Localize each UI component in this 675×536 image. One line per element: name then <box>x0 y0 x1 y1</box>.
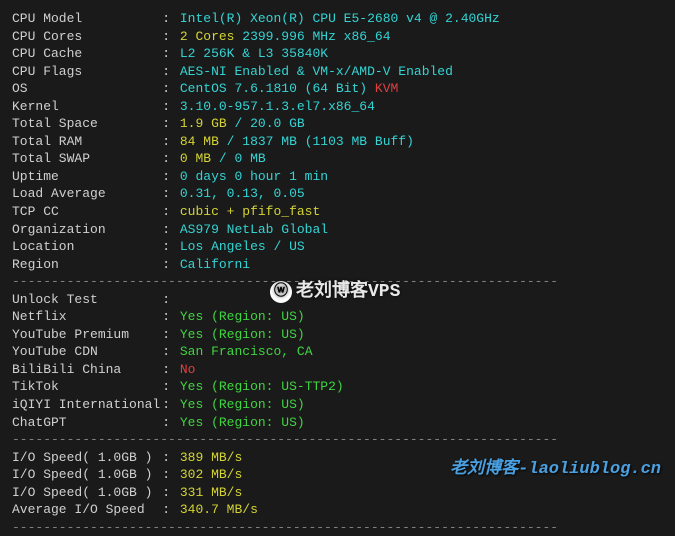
value-kernel: 3.10.0-957.1.3.el7.x86_64 <box>180 98 375 116</box>
row-cpu-cores: CPU Cores : 2 Cores 2399.996 MHz x86_64 <box>12 28 663 46</box>
value-io-1: 389 MB/s <box>180 449 242 467</box>
label-cpu-model: CPU Model <box>12 10 82 28</box>
row-io-3: I/O Speed( 1.0GB ) : 331 MB/s <box>12 484 663 502</box>
row-netflix: Netflix : Yes (Region: US) <box>12 308 663 326</box>
value-chatgpt-detail: (Region: US) <box>211 414 305 432</box>
value-tcp-cc: cubic + pfifo_fast <box>180 203 320 221</box>
value-swap-total: / 0 MB <box>211 150 266 168</box>
watermark-url: 老刘博客-laoliublog.cn <box>450 459 661 482</box>
value-os: CentOS 7.6.1810 (64 Bit) <box>180 80 367 98</box>
value-io-2: 302 MB/s <box>180 466 242 484</box>
row-tcp-cc: TCP CC : cubic + pfifo_fast <box>12 203 663 221</box>
row-total-ram: Total RAM : 84 MB / 1837 MB (1103 MB Buf… <box>12 133 663 151</box>
divider-line: ----------------------------------------… <box>12 519 663 536</box>
weibo-icon: ⓦ <box>270 281 292 303</box>
row-region: Region : Californi <box>12 256 663 274</box>
row-bilibili: BiliBili China : No <box>12 361 663 379</box>
value-uptime: 0 days 0 hour 1 min <box>180 168 328 186</box>
row-cpu-cache: CPU Cache : L2 256K & L3 35840K <box>12 45 663 63</box>
row-load-avg: Load Average : 0.31, 0.13, 0.05 <box>12 185 663 203</box>
row-os: OS : CentOS 7.6.1810 (64 Bit) KVM <box>12 80 663 98</box>
divider-line: ----------------------------------------… <box>12 431 663 449</box>
value-netflix-status: Yes <box>180 308 203 326</box>
row-cpu-flags: CPU Flags : AES-NI Enabled & VM-x/AMD-V … <box>12 63 663 81</box>
row-cpu-model: CPU Model : Intel(R) Xeon(R) CPU E5-2680… <box>12 10 663 28</box>
row-chatgpt: ChatGPT : Yes (Region: US) <box>12 414 663 432</box>
value-location: Los Angeles / US <box>180 238 305 256</box>
value-ytp-status: Yes <box>180 326 203 344</box>
row-kernel: Kernel : 3.10.0-957.1.3.el7.x86_64 <box>12 98 663 116</box>
value-cpu-model: Intel(R) Xeon(R) CPU E5-2680 v4 @ 2.40GH… <box>180 10 500 28</box>
value-iqiyi-detail: (Region: US) <box>211 396 305 414</box>
value-space-used: 1.9 GB <box>180 115 227 133</box>
value-ytp-detail: (Region: US) <box>211 326 305 344</box>
value-io-avg: 340.7 MB/s <box>180 501 258 519</box>
row-youtube-premium: YouTube Premium : Yes (Region: US) <box>12 326 663 344</box>
value-io-3: 331 MB/s <box>180 484 242 502</box>
row-organization: Organization : AS979 NetLab Global <box>12 221 663 239</box>
row-total-swap: Total SWAP : 0 MB / 0 MB <box>12 150 663 168</box>
value-swap-used: 0 MB <box>180 150 211 168</box>
row-total-space: Total Space : 1.9 GB / 20.0 GB <box>12 115 663 133</box>
row-youtube-cdn: YouTube CDN : San Francisco, CA <box>12 343 663 361</box>
value-region: Californi <box>180 256 250 274</box>
value-ytcdn: San Francisco, CA <box>180 343 313 361</box>
value-cpu-cache: L2 256K & L3 35840K <box>180 45 328 63</box>
value-space-total: / 20.0 GB <box>227 115 305 133</box>
value-organization: AS979 NetLab Global <box>180 221 328 239</box>
value-os-virt: KVM <box>367 80 398 98</box>
row-uptime: Uptime : 0 days 0 hour 1 min <box>12 168 663 186</box>
value-chatgpt-status: Yes <box>180 414 203 432</box>
row-io-avg: Average I/O Speed : 340.7 MB/s <box>12 501 663 519</box>
value-tiktok-status: Yes <box>180 378 203 396</box>
value-cpu-cores-freq: 2399.996 MHz x86_64 <box>234 28 390 46</box>
value-netflix-detail: (Region: US) <box>211 308 305 326</box>
value-ram-total: / 1837 MB (1103 MB Buff) <box>219 133 414 151</box>
row-iqiyi: iQIYI International: Yes (Region: US) <box>12 396 663 414</box>
watermark-logo: ⓦ 老刘博客VPS <box>270 280 400 304</box>
value-ram-used: 84 MB <box>180 133 219 151</box>
value-cpu-flags: AES-NI Enabled & VM-x/AMD-V Enabled <box>180 63 453 81</box>
row-location: Location : Los Angeles / US <box>12 238 663 256</box>
row-tiktok: TikTok : Yes (Region: US-TTP2) <box>12 378 663 396</box>
value-bilibili-status: No <box>180 361 196 379</box>
value-tiktok-detail: (Region: US-TTP2) <box>211 378 344 396</box>
value-cpu-cores-count: 2 Cores <box>180 28 235 46</box>
value-load-avg: 0.31, 0.13, 0.05 <box>180 185 305 203</box>
value-iqiyi-status: Yes <box>180 396 203 414</box>
